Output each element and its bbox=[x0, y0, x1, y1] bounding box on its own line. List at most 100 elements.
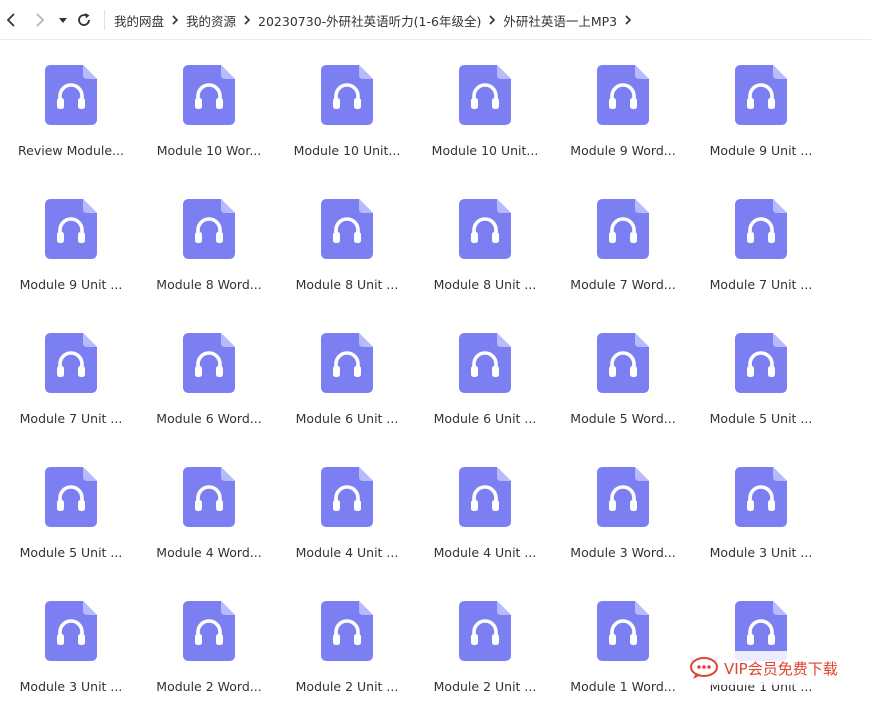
breadcrumb-item-current-folder[interactable]: 外研社英语一上MP3 bbox=[503, 11, 617, 30]
file-item[interactable]: Module 10 Unit... bbox=[422, 40, 548, 160]
file-item[interactable]: Module 2 Word... bbox=[146, 576, 272, 696]
audio-file-icon bbox=[45, 333, 97, 393]
file-name: Module 7 Word... bbox=[570, 277, 676, 292]
file-item[interactable]: Module 7 Word... bbox=[560, 174, 686, 294]
audio-file-icon bbox=[45, 199, 97, 259]
audio-file-icon bbox=[45, 65, 97, 125]
breadcrumb-item-listening-folder[interactable]: 20230730-外研社英语听力(1-6年级全) bbox=[258, 11, 481, 30]
file-name: Module 3 Unit ... bbox=[709, 545, 813, 560]
file-name: Module 10 Unit... bbox=[431, 143, 539, 158]
file-item[interactable]: Module 8 Word... bbox=[146, 174, 272, 294]
history-dropdown-button[interactable] bbox=[54, 8, 72, 32]
back-button[interactable] bbox=[2, 8, 20, 32]
file-name: Module 8 Unit ... bbox=[433, 277, 537, 292]
audio-file-icon bbox=[183, 601, 235, 661]
file-item[interactable]: Module 3 Unit ... bbox=[8, 576, 134, 696]
file-grid: Review Module... Module 10 Wor... Module 1… bbox=[0, 40, 871, 709]
file-item[interactable]: Module 6 Unit ... bbox=[284, 308, 410, 428]
caret-down-icon bbox=[59, 18, 67, 23]
chevron-right-icon bbox=[36, 13, 45, 27]
file-name: Module 6 Unit ... bbox=[295, 411, 399, 426]
file-item[interactable]: Module 10 Unit... bbox=[284, 40, 410, 160]
breadcrumb: 我的网盘 我的资源 20230730-外研社英语听力(1-6年级全) 外研社英语… bbox=[114, 0, 639, 40]
file-item[interactable]: Module 4 Unit ... bbox=[422, 442, 548, 562]
file-name: Module 3 Unit ... bbox=[19, 679, 123, 694]
file-item[interactable]: Module 2 Unit ... bbox=[284, 576, 410, 696]
audio-file-icon bbox=[597, 199, 649, 259]
file-item[interactable]: Module 8 Unit ... bbox=[422, 174, 548, 294]
file-name: Module 8 Word... bbox=[156, 277, 262, 292]
audio-file-icon bbox=[459, 601, 511, 661]
file-name: Module 3 Word... bbox=[570, 545, 676, 560]
audio-file-icon bbox=[735, 467, 787, 527]
audio-file-icon bbox=[45, 601, 97, 661]
audio-file-icon bbox=[597, 601, 649, 661]
file-item[interactable]: Module 3 Word... bbox=[560, 442, 686, 562]
file-item[interactable]: Module 9 Unit ... bbox=[8, 174, 134, 294]
file-name: Module 4 Unit ... bbox=[295, 545, 399, 560]
file-name: Module 1 Word... bbox=[570, 679, 676, 694]
audio-file-icon bbox=[183, 65, 235, 125]
file-item[interactable]: Module 8 Unit ... bbox=[284, 174, 410, 294]
audio-file-icon bbox=[321, 199, 373, 259]
file-name: Module 7 Unit ... bbox=[19, 411, 123, 426]
audio-file-icon bbox=[459, 65, 511, 125]
file-item[interactable]: Module 4 Word... bbox=[146, 442, 272, 562]
file-item[interactable]: Review Module... bbox=[8, 40, 134, 160]
file-name: Module 8 Unit ... bbox=[295, 277, 399, 292]
audio-file-icon bbox=[321, 467, 373, 527]
audio-file-icon bbox=[735, 333, 787, 393]
file-item[interactable]: Module 6 Word... bbox=[146, 308, 272, 428]
file-name: Module 7 Unit ... bbox=[709, 277, 813, 292]
audio-file-icon bbox=[321, 65, 373, 125]
file-item[interactable]: Module 9 Word... bbox=[560, 40, 686, 160]
breadcrumb-item-my-drive[interactable]: 我的网盘 bbox=[114, 11, 164, 30]
forward-button[interactable] bbox=[31, 8, 49, 32]
file-name: Module 2 Unit ... bbox=[295, 679, 399, 694]
file-name: Module 5 Word... bbox=[570, 411, 676, 426]
watermark-text: VIP会员免费下载 bbox=[724, 659, 838, 678]
audio-file-icon bbox=[735, 65, 787, 125]
file-name: Module 4 Unit ... bbox=[433, 545, 537, 560]
file-name: Module 2 Unit ... bbox=[433, 679, 537, 694]
file-name: Module 2 Word... bbox=[156, 679, 262, 694]
navigation-bar: 我的网盘 我的资源 20230730-外研社英语听力(1-6年级全) 外研社英语… bbox=[0, 0, 871, 40]
chevron-left-icon bbox=[6, 13, 15, 27]
audio-file-icon bbox=[183, 467, 235, 527]
file-item[interactable]: Module 5 Unit ... bbox=[8, 442, 134, 562]
file-item[interactable]: Module 7 Unit ... bbox=[698, 174, 824, 294]
file-item[interactable]: Module 9 Unit ... bbox=[698, 40, 824, 160]
file-item[interactable]: Module 1 Word... bbox=[560, 576, 686, 696]
file-item[interactable]: Module 5 Word... bbox=[560, 308, 686, 428]
file-name: Module 9 Word... bbox=[570, 143, 676, 158]
file-item[interactable]: Module 4 Unit ... bbox=[284, 442, 410, 562]
chevron-right-icon bbox=[481, 0, 503, 40]
file-item[interactable]: Module 6 Unit ... bbox=[422, 308, 548, 428]
audio-file-icon bbox=[183, 199, 235, 259]
file-name: Module 6 Unit ... bbox=[433, 411, 537, 426]
file-name: Module 4 Word... bbox=[156, 545, 262, 560]
file-name: Module 10 Wor... bbox=[156, 143, 262, 158]
file-name: Review Module... bbox=[18, 143, 124, 158]
file-name: Module 9 Unit ... bbox=[19, 277, 123, 292]
file-name: Module 9 Unit ... bbox=[709, 143, 813, 158]
file-item[interactable]: Module 3 Unit ... bbox=[698, 442, 824, 562]
breadcrumb-item-my-resources[interactable]: 我的资源 bbox=[186, 11, 236, 30]
file-item[interactable]: Module 10 Wor... bbox=[146, 40, 272, 160]
refresh-button[interactable] bbox=[75, 8, 93, 32]
file-item[interactable]: Module 2 Unit ... bbox=[422, 576, 548, 696]
file-name: Module 5 Unit ... bbox=[709, 411, 813, 426]
file-name: Module 5 Unit ... bbox=[19, 545, 123, 560]
audio-file-icon bbox=[459, 199, 511, 259]
audio-file-icon bbox=[597, 333, 649, 393]
audio-file-icon bbox=[321, 333, 373, 393]
refresh-icon bbox=[78, 13, 90, 26]
file-item[interactable]: Module 7 Unit ... bbox=[8, 308, 134, 428]
file-item[interactable]: Module 5 Unit ... bbox=[698, 308, 824, 428]
chevron-right-icon bbox=[236, 0, 258, 40]
audio-file-icon bbox=[597, 467, 649, 527]
nav-divider bbox=[104, 10, 105, 30]
file-name: Module 10 Unit... bbox=[293, 143, 401, 158]
audio-file-icon bbox=[321, 601, 373, 661]
audio-file-icon bbox=[459, 333, 511, 393]
